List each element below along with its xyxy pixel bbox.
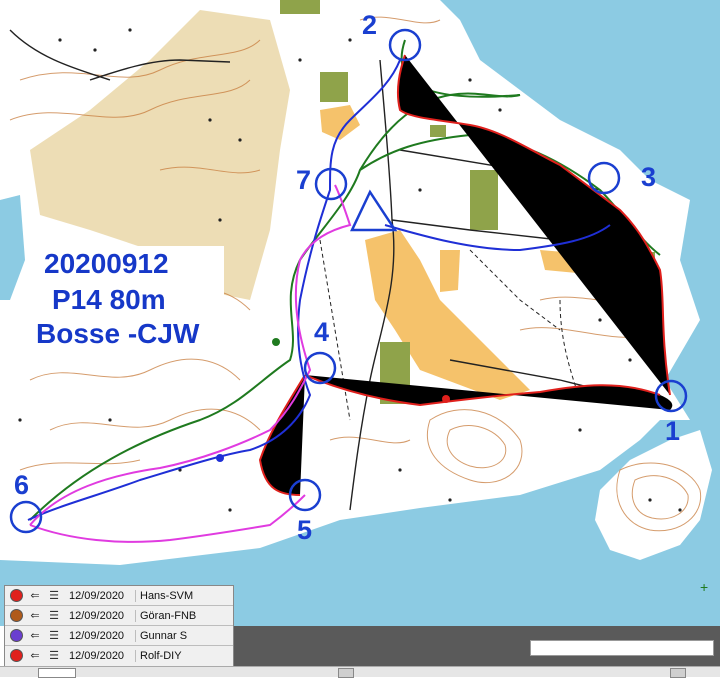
map-title-date: 20200912 [44,248,169,279]
replay-arrow-icon[interactable]: ⇐ [28,650,42,662]
svg-text:+: + [700,579,708,595]
control-number-3: 3 [641,162,657,192]
map-title-names: Bosse -CJW [36,318,200,349]
map-title-class: P14 80m [52,284,166,315]
runner-color-swatch[interactable] [10,629,23,642]
runner-date: 12/09/2020 [69,589,125,602]
runner-date: 12/09/2020 [69,609,125,622]
settlement [430,125,446,137]
runner-row[interactable]: ⇐ ☰ 12/09/2020 Rolf-DIY [5,646,233,665]
control-number-4: 4 [314,317,330,347]
control-number-1: 1 [665,416,681,446]
runners-list: ⇐ ☰ 12/09/2020 Hans-SVM ⇐ ☰ 12/09/2020 G… [4,585,234,667]
settlement [470,170,498,230]
runner-color-swatch[interactable] [10,589,23,602]
runner-row[interactable]: ⇐ ☰ 12/09/2020 Gunnar S [5,626,233,646]
status-bar [234,626,720,666]
settlement [280,0,320,14]
scrollbar-thumb[interactable] [38,668,76,678]
replay-arrow-icon[interactable]: ⇐ [28,610,42,622]
runner-name: Gunnar S [135,629,187,642]
runner-name: Göran-FNB [135,609,196,622]
runner-name: Rolf-DIY [135,649,182,662]
scrollbar-thumb[interactable] [338,668,354,678]
list-icon[interactable]: ☰ [47,630,61,642]
control-number-2: 2 [362,10,378,40]
runner-row[interactable]: ⇐ ☰ 12/09/2020 Hans-SVM [5,586,233,606]
settlement [320,72,348,102]
control-number-6: 6 [14,470,30,500]
runner-date: 12/09/2020 [69,649,125,662]
runner-name: Hans-SVM [135,589,193,602]
control-number-5: 5 [297,515,313,545]
runner-color-swatch[interactable] [10,649,23,662]
control-number-7: 7 [296,165,312,195]
replay-arrow-icon[interactable]: ⇐ [28,630,42,642]
open-land [440,250,460,292]
replay-arrow-icon[interactable]: ⇐ [28,590,42,602]
runner-date: 12/09/2020 [69,629,125,642]
list-icon[interactable]: ☰ [47,650,61,662]
runner-row[interactable]: ⇐ ☰ 12/09/2020 Göran-FNB [5,606,233,626]
map-title-box: 20200912 P14 80m Bosse -CJW [36,246,224,354]
list-icon[interactable]: ☰ [47,590,61,602]
list-icon[interactable]: ☰ [47,610,61,622]
runner-color-swatch[interactable] [10,609,23,622]
horizontal-scrollbar[interactable] [0,666,720,678]
status-field [530,640,714,656]
scrollbar-thumb[interactable] [670,668,686,678]
